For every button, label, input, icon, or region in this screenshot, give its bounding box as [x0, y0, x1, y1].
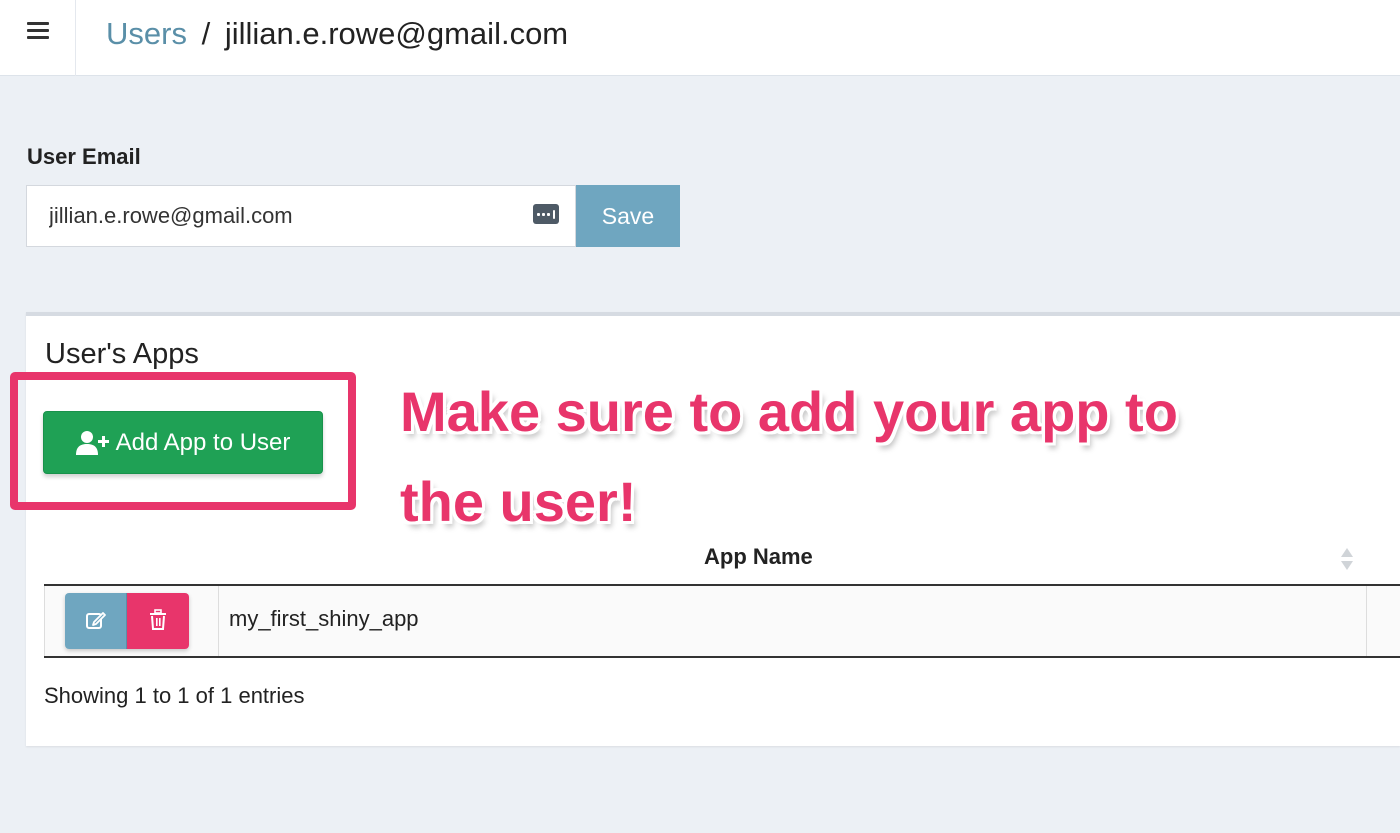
annotation-callout: Make sure to add your app to the user!: [400, 367, 1360, 547]
email-field[interactable]: [27, 186, 575, 246]
add-app-button-label: Add App to User: [115, 428, 291, 456]
email-field-wrapper: [26, 185, 576, 247]
user-apps-panel: User's Apps Add App to User Make sure to…: [10, 312, 1400, 746]
edit-icon: [85, 609, 107, 634]
app-name-cell: my_first_shiny_app: [229, 606, 419, 631]
user-apps-title: User's Apps: [45, 338, 199, 370]
cell-divider: [1366, 586, 1367, 656]
add-app-to-user-button[interactable]: Add App to User: [43, 411, 323, 474]
column-header-app-name[interactable]: App Name: [704, 544, 813, 570]
annotation-line-1: Make sure to add your app to: [400, 380, 1178, 443]
breadcrumb: Users / jillian.e.rowe@gmail.com: [106, 14, 568, 54]
hamburger-icon[interactable]: [0, 0, 76, 76]
row-actions-cell: [44, 586, 219, 656]
annotation-line-2: the user!: [400, 470, 637, 533]
password-dots-icon[interactable]: [533, 204, 559, 224]
apps-table: App Name my_first_shiny_app: [44, 536, 1400, 658]
save-button[interactable]: Save: [576, 185, 680, 247]
user-email-label: User Email: [27, 144, 141, 169]
row-action-buttons: [65, 593, 189, 649]
top-header: Users / jillian.e.rowe@gmail.com: [0, 0, 1400, 76]
breadcrumb-separator: /: [201, 16, 211, 51]
table-row: my_first_shiny_app: [44, 586, 1400, 658]
breadcrumb-users-link[interactable]: Users: [106, 16, 187, 51]
table-header-row: App Name: [44, 536, 1400, 586]
sort-icon[interactable]: [1341, 548, 1353, 572]
delete-button[interactable]: [127, 593, 189, 649]
breadcrumb-current-user: jillian.e.rowe@gmail.com: [224, 16, 569, 51]
entries-info: Showing 1 to 1 of 1 entries: [44, 683, 305, 708]
trash-icon: [148, 608, 168, 634]
hamburger-bars: [26, 22, 49, 43]
edit-button[interactable]: [65, 593, 127, 649]
user-plus-icon: [75, 430, 110, 456]
